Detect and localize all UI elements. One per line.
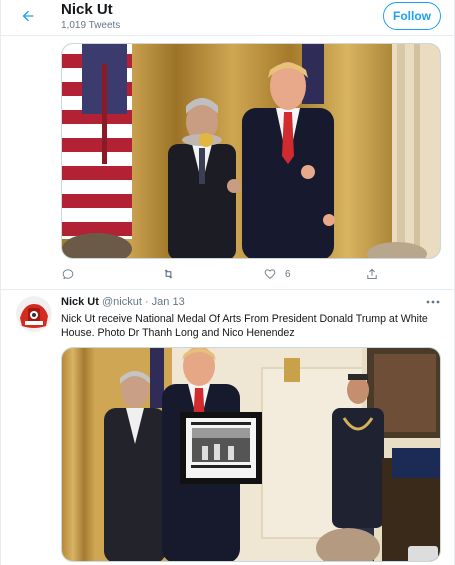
back-button[interactable] <box>13 4 43 28</box>
tweet-count: 1,019 Tweets <box>61 20 121 31</box>
author-name[interactable]: Nick Ut <box>61 296 99 308</box>
profile-header: Nick Ut 1,019 Tweets Follow <box>1 0 454 36</box>
profile-name: Nick Ut <box>61 1 113 18</box>
author-handle[interactable]: @nickut <box>102 296 142 308</box>
tweet-header: Nick Ut @nickut · Jan 13 <box>61 296 185 310</box>
tweet-photo-medal-ceremony[interactable] <box>61 43 441 259</box>
tweet-photo-framed-picture[interactable] <box>61 347 441 562</box>
reply-button[interactable] <box>61 265 83 283</box>
retweet-icon <box>164 269 173 279</box>
share-icon <box>367 268 377 280</box>
more-icon <box>426 300 440 304</box>
reply-icon <box>62 269 74 280</box>
tweet-date[interactable]: Jan 13 <box>152 296 185 308</box>
like-button[interactable]: 6 <box>263 265 291 283</box>
follow-button[interactable]: Follow <box>383 2 441 30</box>
tweet-text: Nick Ut receive National Medal Of Arts F… <box>61 313 428 339</box>
profile-timeline: Nick Ut 1,019 Tweets Follow 6 Nick Ut @n… <box>0 0 455 565</box>
dot-separator: · <box>144 296 149 308</box>
retweet-button[interactable] <box>161 265 184 283</box>
share-button[interactable] <box>365 265 379 283</box>
tweet-actions: 6 <box>61 265 441 283</box>
more-button[interactable] <box>425 296 441 308</box>
arrow-left-icon <box>22 10 34 22</box>
tweet-divider <box>1 289 454 290</box>
avatar[interactable] <box>16 296 52 332</box>
like-count: 6 <box>285 268 291 280</box>
like-icon <box>264 269 276 279</box>
